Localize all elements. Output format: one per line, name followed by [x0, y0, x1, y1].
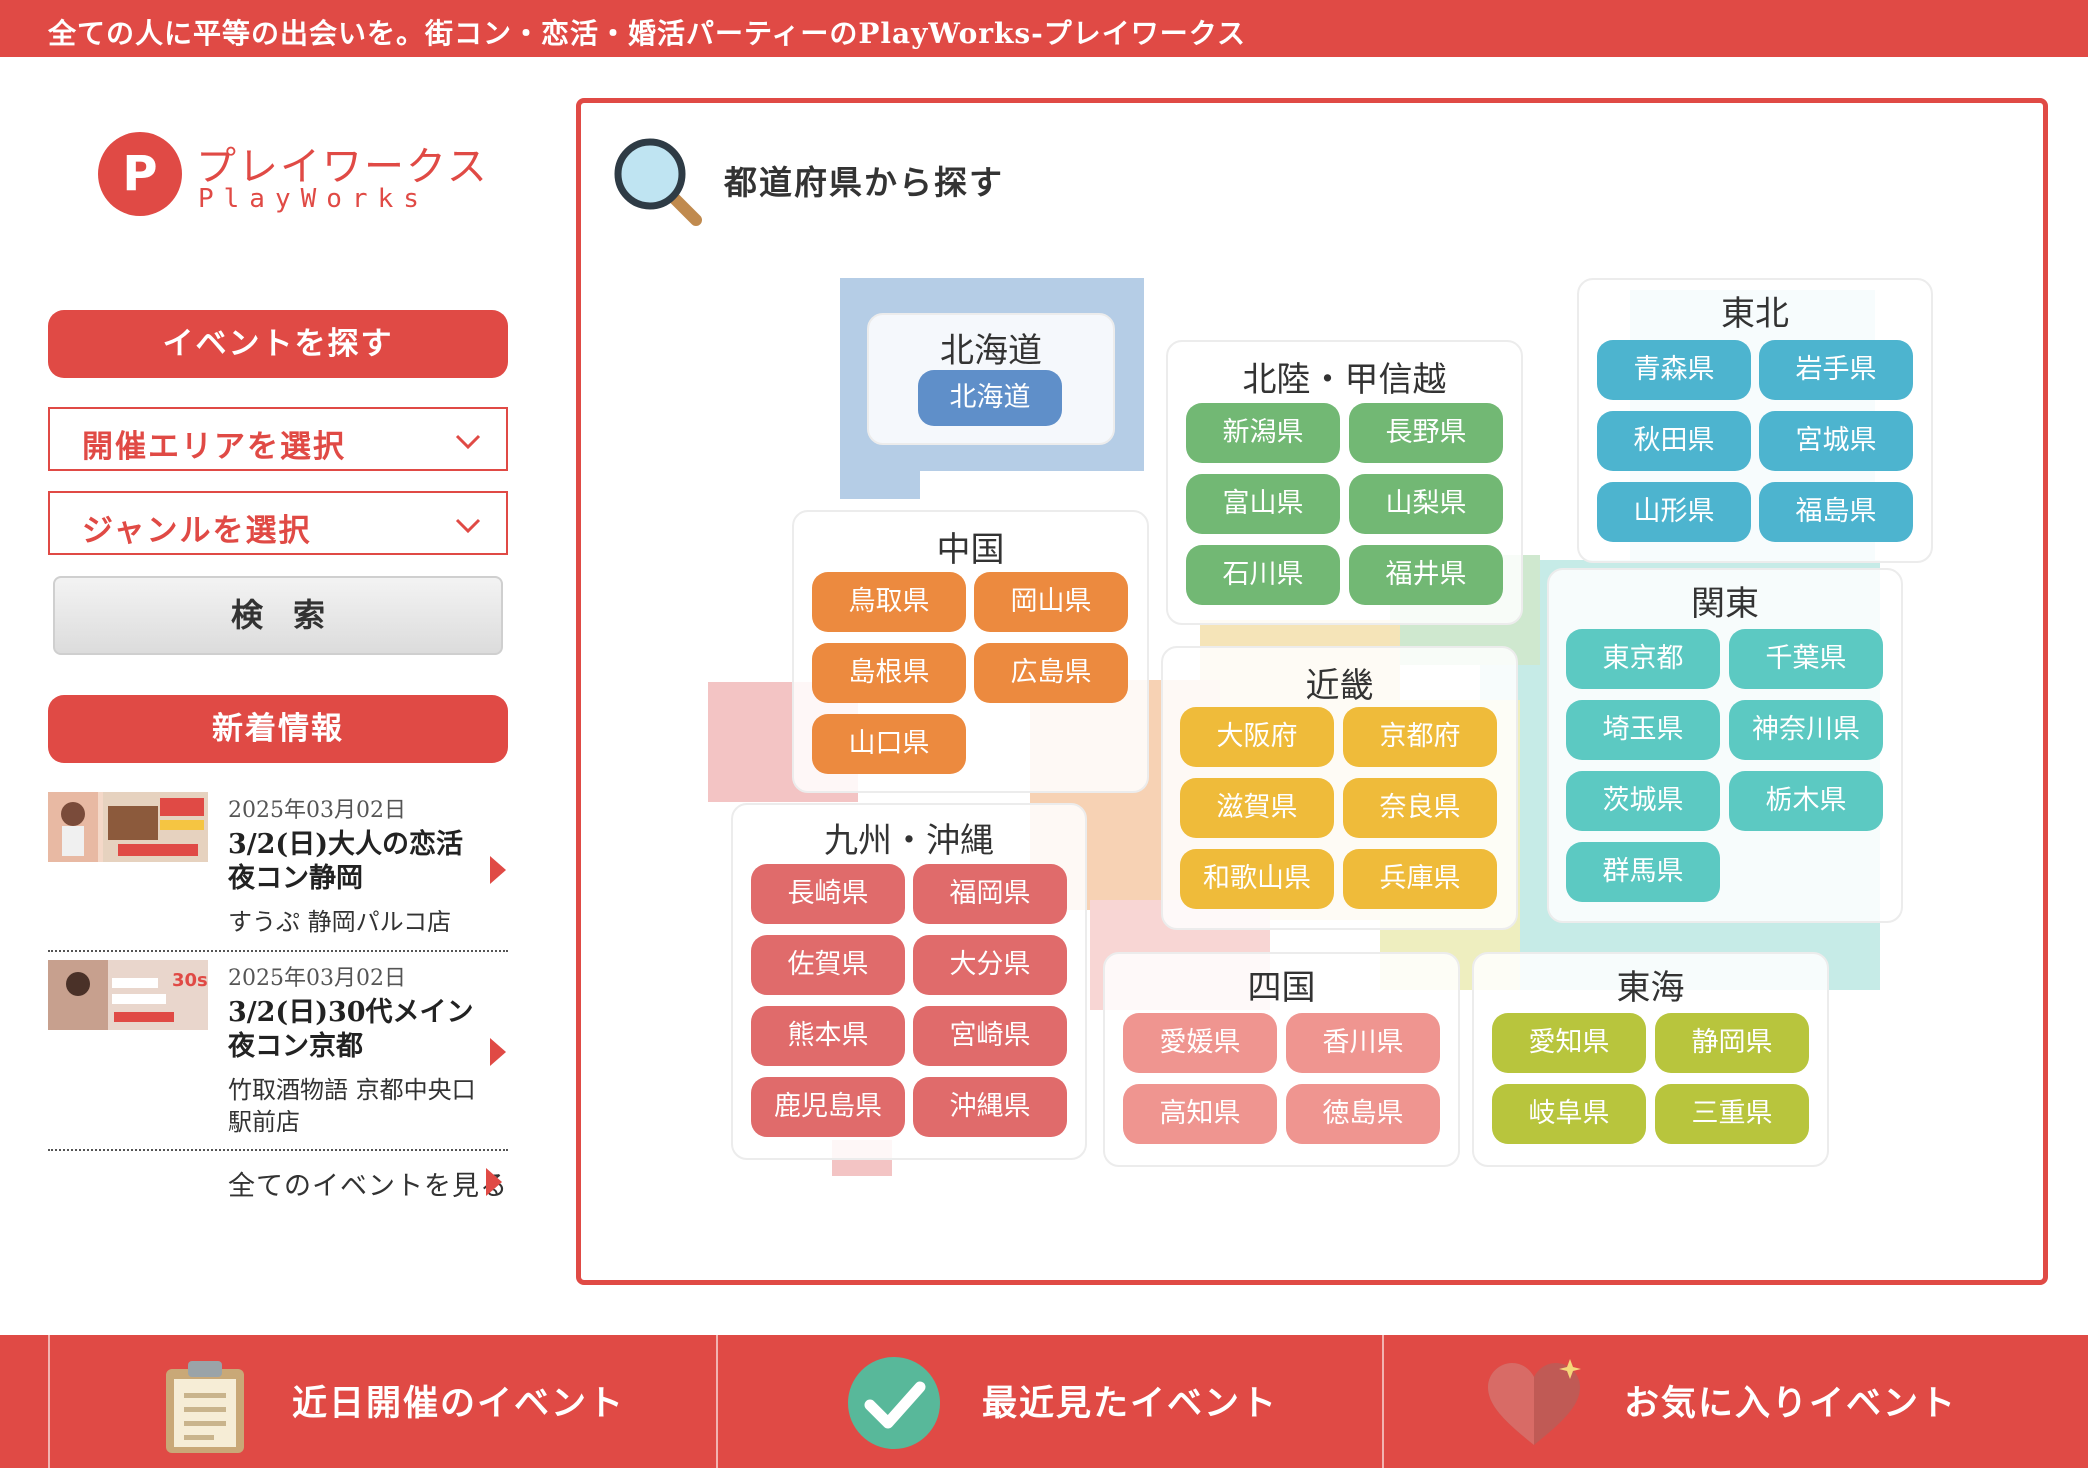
pref-ehime[interactable]: 愛媛県 [1123, 1013, 1277, 1073]
news-thumbnail[interactable]: 30s [48, 960, 208, 1030]
nav-favorites[interactable]: お気に入りイベント [1382, 1335, 2048, 1468]
pref-hokkaido[interactable]: 北海道 [918, 370, 1062, 426]
pref-niigata[interactable]: 新潟県 [1186, 403, 1340, 463]
pref-shizuoka[interactable]: 静岡県 [1655, 1013, 1809, 1073]
all-events-link[interactable]: 全てのイベントを見る [228, 1164, 508, 1203]
nav-recently-viewed[interactable]: 最近見たイベント [716, 1335, 1382, 1468]
pref-saga[interactable]: 佐賀県 [751, 935, 905, 995]
arrow-right-icon[interactable] [490, 856, 506, 884]
region-title: 近畿 [1305, 666, 1374, 706]
clipboard-icon [166, 1361, 244, 1453]
region-title: 北陸・甲信越 [1242, 360, 1447, 400]
pref-wakayama[interactable]: 和歌山県 [1180, 849, 1334, 909]
news-header: 新着情報 [48, 695, 508, 763]
region-title: 四国 [1247, 968, 1316, 1008]
heart-icon [1488, 1359, 1581, 1445]
banner-text: 全ての人に平等の出会いを。街コン・恋活・婚活パーティーのPlayWorks-プレ… [48, 17, 1246, 50]
pref-oita[interactable]: 大分県 [913, 935, 1067, 995]
pref-fukushima[interactable]: 福島県 [1759, 482, 1913, 542]
pref-miyazaki[interactable]: 宮崎県 [913, 1006, 1067, 1066]
pref-kyoto[interactable]: 京都府 [1343, 707, 1497, 767]
arrow-right-icon[interactable] [490, 1038, 506, 1066]
chevron-down-icon [455, 434, 481, 450]
news-venue: 竹取酒物語 京都中央口駅前店 [228, 1076, 476, 1136]
pref-nagano[interactable]: 長野県 [1349, 403, 1503, 463]
search-button[interactable]: 検索 [53, 576, 503, 655]
pref-miyagi[interactable]: 宮城県 [1759, 411, 1913, 471]
logo-text-en: PlayWorks [198, 184, 429, 214]
pref-shiga[interactable]: 滋賀県 [1180, 778, 1334, 838]
nav-label: 最近見たイベント [982, 1383, 1279, 1424]
pref-aichi[interactable]: 愛知県 [1492, 1013, 1646, 1073]
pref-aomori[interactable]: 青森県 [1597, 340, 1751, 400]
svg-text:30s: 30s [172, 970, 208, 991]
pref-fukui[interactable]: 福井県 [1349, 545, 1503, 605]
pref-chiba[interactable]: 千葉県 [1729, 629, 1883, 689]
pref-ishikawa[interactable]: 石川県 [1186, 545, 1340, 605]
news-title[interactable]: 3/2(日)30代メイン夜コン京都 [228, 996, 488, 1064]
pref-iwate[interactable]: 岩手県 [1759, 340, 1913, 400]
site-logo[interactable]: P プレイワークス PlayWorks [98, 130, 487, 222]
pref-toyama[interactable]: 富山県 [1186, 474, 1340, 534]
pref-kagoshima[interactable]: 鹿児島県 [751, 1077, 905, 1137]
pref-gunma[interactable]: 群馬県 [1566, 842, 1720, 902]
news-venue: すうぷ 静岡パルコ店 [228, 908, 452, 936]
pref-kochi[interactable]: 高知県 [1123, 1084, 1277, 1144]
pref-saitama[interactable]: 埼玉県 [1566, 700, 1720, 760]
pref-yamanashi[interactable]: 山梨県 [1349, 474, 1503, 534]
news-item[interactable]: 2025年03月02日 3/2(日)大人の恋活夜コン静岡 すうぷ 静岡パルコ店 [48, 792, 508, 952]
genre-select[interactable]: ジャンルを選択 [48, 491, 508, 555]
pref-fukuoka[interactable]: 福岡県 [913, 864, 1067, 924]
news-title[interactable]: 3/2(日)大人の恋活夜コン静岡 [228, 828, 488, 896]
nav-label: 近日開催のイベント [292, 1383, 626, 1424]
pref-ibaraki[interactable]: 茨城県 [1566, 771, 1720, 831]
magnifier-icon [614, 138, 702, 226]
region-title: 九州・沖縄 [824, 821, 994, 861]
pref-hyogo[interactable]: 兵庫県 [1343, 849, 1497, 909]
pref-yamagata[interactable]: 山形県 [1597, 482, 1751, 542]
pref-kumamoto[interactable]: 熊本県 [751, 1006, 905, 1066]
area-select-label: 開催エリアを選択 [82, 429, 346, 465]
news-item[interactable]: 30s 2025年03月02日 3/2(日)30代メイン夜コン京都 竹取酒物語 … [48, 960, 508, 1151]
bottom-nav: 近日開催のイベント 最近見たイベント お気に入りイベント [0, 1335, 2088, 1468]
map-title: 都道府県から探す [724, 163, 1004, 202]
pref-tochigi[interactable]: 栃木県 [1729, 771, 1883, 831]
region-title: 東海 [1616, 968, 1685, 1008]
region-title: 関東 [1691, 584, 1759, 624]
find-events-header: イベントを探す [48, 310, 508, 378]
arrow-right-icon[interactable] [486, 1168, 502, 1196]
checkmark-icon [848, 1357, 940, 1449]
pref-yamaguchi[interactable]: 山口県 [812, 714, 966, 774]
pref-okayama[interactable]: 岡山県 [974, 572, 1128, 632]
pref-hiroshima[interactable]: 広島県 [974, 643, 1128, 703]
top-banner: 全ての人に平等の出会いを。街コン・恋活・婚活パーティーのPlayWorks-プレ… [0, 0, 2088, 57]
pref-akita[interactable]: 秋田県 [1597, 411, 1751, 471]
pref-kagawa[interactable]: 香川県 [1286, 1013, 1440, 1073]
nav-label: お気に入りイベント [1624, 1383, 1958, 1424]
pref-tokyo[interactable]: 東京都 [1566, 629, 1720, 689]
nav-upcoming-events[interactable]: 近日開催のイベント [48, 1335, 716, 1468]
pref-osaka[interactable]: 大阪府 [1180, 707, 1334, 767]
pref-tottori[interactable]: 鳥取県 [812, 572, 966, 632]
area-select[interactable]: 開催エリアを選択 [48, 407, 508, 471]
genre-select-label: ジャンルを選択 [82, 513, 312, 549]
region-title: 東北 [1721, 294, 1789, 334]
pref-nara[interactable]: 奈良県 [1343, 778, 1497, 838]
news-date: 2025年03月02日 [228, 798, 406, 823]
pref-shimane[interactable]: 島根県 [812, 643, 966, 703]
chevron-down-icon [455, 518, 481, 534]
region-title: 北海道 [940, 331, 1042, 371]
news-thumbnail[interactable] [48, 792, 208, 862]
pref-okinawa[interactable]: 沖縄県 [913, 1077, 1067, 1137]
pref-kanagawa[interactable]: 神奈川県 [1729, 700, 1883, 760]
region-title: 中国 [936, 530, 1005, 570]
pref-gifu[interactable]: 岐阜県 [1492, 1084, 1646, 1144]
pref-mie[interactable]: 三重県 [1655, 1084, 1809, 1144]
pref-nagasaki[interactable]: 長崎県 [751, 864, 905, 924]
logo-mark-icon: P [98, 132, 182, 216]
news-date: 2025年03月02日 [228, 966, 406, 991]
pref-tokushima[interactable]: 徳島県 [1286, 1084, 1440, 1144]
